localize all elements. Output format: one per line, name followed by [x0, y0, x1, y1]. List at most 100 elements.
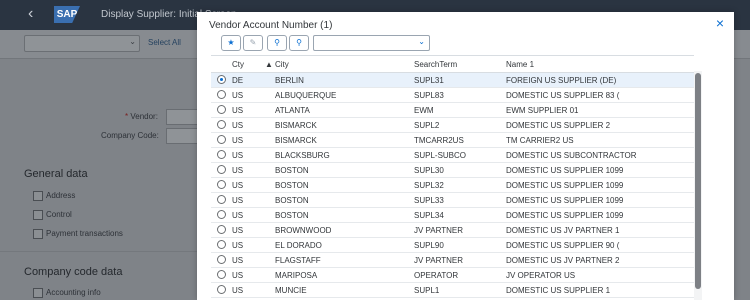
cell-city: BLACKSBURG	[275, 151, 330, 160]
table-row[interactable]: DE BERLIN SUPL31 FOREIGN US SUPPLIER (DE)	[211, 73, 694, 88]
column-header-cty[interactable]: Cty	[232, 60, 244, 69]
dialog-title: Vendor Account Number (1)	[209, 20, 333, 31]
table-row[interactable]: US BOSTON SUPL32 DOMESTIC US SUPPLIER 1099	[211, 178, 694, 193]
row-radio-button[interactable]	[217, 180, 226, 189]
cell-searchterm: SUPL2	[414, 121, 440, 130]
cell-name: FOREIGN US SUPPLIER (DE)	[506, 76, 617, 85]
select-all-link[interactable]: Select All	[148, 38, 181, 47]
row-radio-button[interactable]	[217, 135, 226, 144]
row-radio-button[interactable]	[217, 270, 226, 279]
row-radio-button[interactable]	[217, 105, 226, 114]
row-radio-button[interactable]	[217, 210, 226, 219]
cell-city: EL DORADO	[275, 241, 322, 250]
cell-searchterm: SUPL1	[414, 286, 440, 295]
cell-cty: US	[232, 256, 244, 265]
row-radio-button[interactable]	[217, 165, 226, 174]
cell-city: MUNCIE	[275, 286, 307, 295]
table-row[interactable]: US BROWNWOOD JV PARTNER DOMESTIC US JV PART…	[211, 223, 694, 238]
accounting-info-checkbox[interactable]	[33, 288, 43, 298]
settings-icon[interactable]: ✎	[243, 35, 263, 51]
payment-transactions-checkbox[interactable]	[33, 229, 43, 239]
scrollbar-thumb[interactable]	[695, 73, 701, 289]
row-radio-button[interactable]	[217, 120, 226, 129]
cell-cty: US	[232, 91, 244, 100]
table-row[interactable]: US ALBUQUERQUE SUPL83 DOMESTIC US SUPPLIER …	[211, 88, 694, 103]
vertical-scrollbar[interactable]	[694, 71, 702, 300]
chevron-down-icon: ⌄	[129, 37, 136, 46]
table-header: Cty ▲ City SearchTerm Name 1	[211, 55, 694, 73]
cell-name: DOMESTIC US SUBCONTRACTOR	[506, 151, 637, 160]
row-radio-button[interactable]	[217, 225, 226, 234]
cell-name: DOMESTIC US SUPPLIER 1099	[506, 211, 624, 220]
cell-searchterm: OPERATOR	[414, 271, 459, 280]
required-mark: *	[125, 112, 129, 121]
back-arrow-icon[interactable]: ‹	[28, 5, 33, 23]
cell-searchterm: SUPL32	[414, 181, 444, 190]
cell-name: DOMESTIC US SUPPLIER 1099	[506, 196, 624, 205]
row-radio-button[interactable]	[217, 90, 226, 99]
find-icon[interactable]: ⚲	[289, 35, 309, 51]
cell-cty: US	[232, 196, 244, 205]
cell-searchterm: SUPL30	[414, 166, 444, 175]
cell-city: ALBUQUERQUE	[275, 91, 337, 100]
table-row[interactable]: US ATLANTA EWM EWM SUPPLIER 01	[211, 103, 694, 118]
control-checkbox[interactable]	[33, 210, 43, 220]
chevron-down-icon: ⌄	[418, 37, 425, 46]
cell-city: BOSTON	[275, 166, 309, 175]
cell-searchterm: SUPL33	[414, 196, 444, 205]
search-select[interactable]: ⌄	[313, 35, 430, 51]
close-icon[interactable]: ×	[716, 15, 724, 31]
table-row[interactable]: US BISMARCK TMCARR2US TM CARRIER2 US	[211, 133, 694, 148]
row-radio-button[interactable]	[217, 285, 226, 294]
company-code-label: Company Code:	[101, 131, 159, 140]
dialog-toolbar: ★ ✎ ⚲ ⚲ ⌄	[197, 34, 694, 52]
table-row[interactable]: US BOSTON SUPL34 DOMESTIC US SUPPLIER 1099	[211, 208, 694, 223]
cell-cty: US	[232, 136, 244, 145]
payment-transactions-label: Payment transactions	[46, 229, 123, 238]
value-help-dialog: Vendor Account Number (1) × ★ ✎ ⚲ ⚲ ⌄ Ct…	[197, 12, 734, 300]
cell-searchterm: SUPL83	[414, 91, 444, 100]
table-row[interactable]: US MUNCIE SUPL1 DOMESTIC US SUPPLIER 1	[211, 283, 694, 298]
row-radio-button[interactable]	[217, 255, 226, 264]
cell-name: EWM SUPPLIER 01	[506, 106, 579, 115]
accounting-info-label: Accounting info	[46, 288, 101, 297]
table-row[interactable]: US BISMARCK SUPL2 DOMESTIC US SUPPLIER 2	[211, 118, 694, 133]
cell-city: BERLIN	[275, 76, 304, 85]
cell-city: BOSTON	[275, 181, 309, 190]
row-radio-button[interactable]	[217, 195, 226, 204]
cell-cty: US	[232, 226, 244, 235]
table-row[interactable]: US BOSTON SUPL30 DOMESTIC US SUPPLIER 1099	[211, 163, 694, 178]
cell-searchterm: SUPL31	[414, 76, 444, 85]
column-header-city[interactable]: City	[275, 60, 289, 69]
vendor-label-text: Vendor:	[130, 112, 158, 121]
cell-name: DOMESTIC US SUPPLIER 2	[506, 121, 611, 130]
table-row[interactable]: US BLACKSBURG SUPL-SUBCO DOMESTIC US SUBCON…	[211, 148, 694, 163]
table-row[interactable]: US FLAGSTAFF JV PARTNER DOMESTIC US JV PART…	[211, 253, 694, 268]
table-row[interactable]: US MARIPOSA OPERATOR JV OPERATOR US	[211, 268, 694, 283]
search-icon[interactable]: ⚲	[267, 35, 287, 51]
cell-name: DOMESTIC US SUPPLIER 90 (	[506, 241, 620, 250]
sap-logo: SAP	[54, 6, 80, 23]
row-radio-button[interactable]	[217, 75, 226, 84]
row-radio-button[interactable]	[217, 240, 226, 249]
cell-name: DOMESTIC US SUPPLIER 1099	[506, 166, 624, 175]
cell-cty: US	[232, 106, 244, 115]
control-label: Control	[46, 210, 72, 219]
variant-select[interactable]: ⌄	[24, 35, 140, 52]
column-header-name[interactable]: Name 1	[506, 60, 534, 69]
cell-searchterm: SUPL34	[414, 211, 444, 220]
table-row[interactable]: US EL DORADO SUPL90 DOMESTIC US SUPPLIER 90…	[211, 238, 694, 253]
cell-cty: US	[232, 166, 244, 175]
address-checkbox[interactable]	[33, 191, 43, 201]
cell-name: DOMESTIC US JV PARTNER 2	[506, 256, 620, 265]
cell-searchterm: TMCARR2US	[414, 136, 464, 145]
row-radio-button[interactable]	[217, 150, 226, 159]
filter-icon[interactable]: ★	[221, 35, 241, 51]
cell-city: BOSTON	[275, 196, 309, 205]
results-table: Cty ▲ City SearchTerm Name 1 DE BERLIN SUP…	[211, 55, 694, 298]
cell-searchterm: JV PARTNER	[414, 256, 464, 265]
table-row[interactable]: US BOSTON SUPL33 DOMESTIC US SUPPLIER 1099	[211, 193, 694, 208]
cell-searchterm: EWM	[414, 106, 434, 115]
column-header-searchterm[interactable]: SearchTerm	[414, 60, 457, 69]
cell-cty: US	[232, 121, 244, 130]
